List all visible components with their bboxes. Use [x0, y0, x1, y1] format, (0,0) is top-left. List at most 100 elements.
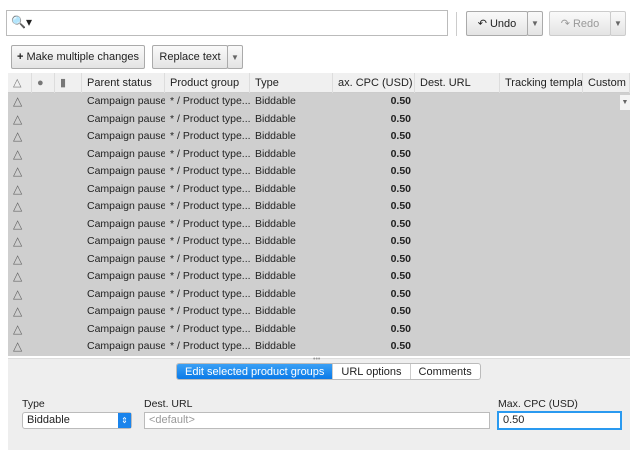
custom-parameters-header[interactable]: Custom p [583, 73, 630, 93]
replace-text-dropdown[interactable]: ▼ [227, 45, 243, 69]
product-group-cell: * / Product type... [170, 112, 250, 125]
max-cpc-cell: 0.50 [390, 147, 411, 160]
parent-status-cell: Campaign paused [87, 270, 165, 282]
parent-status-cell: Campaign paused [87, 252, 165, 265]
max-cpc-cell: 0.50 [390, 182, 411, 195]
tracking-template-header[interactable]: Tracking templat [500, 73, 583, 93]
parent-status-header[interactable]: Parent status [82, 73, 165, 93]
table-row[interactable]: △ Campaign paused * / Product type... Bidda… [8, 233, 630, 251]
max-cpc-cell: 0.50 [390, 235, 411, 247]
status-triangle-icon: △ [13, 216, 23, 231]
parent-status-cell: Campaign paused [87, 95, 165, 107]
max-cpc-cell: 0.50 [390, 305, 411, 317]
max-cpc-cell: 0.50 [390, 112, 411, 125]
table-row[interactable]: △ Campaign paused * / Product type... Bidda… [8, 198, 630, 216]
dest-url-header[interactable]: Dest. URL [415, 73, 500, 93]
status-triangle-icon: △ [13, 304, 23, 318]
status-triangle-icon: △ [13, 111, 23, 126]
max-cpc-cell: 0.50 [390, 270, 411, 282]
type-header[interactable]: Type [250, 73, 333, 93]
type-cell: Biddable [255, 235, 296, 247]
product-group-cell: * / Product type... [170, 200, 250, 212]
undo-button[interactable]: ↶ Undo [466, 11, 528, 36]
max-cpc-cell: 0.50 [390, 322, 411, 335]
table-row[interactable]: △ Campaign paused * / Product type... Bidda… [8, 146, 630, 164]
product-group-header[interactable]: Product group [165, 73, 250, 93]
table-row[interactable]: △ Campaign paused * / Product type... Bidda… [8, 321, 630, 339]
undo-dropdown[interactable]: ▼ [527, 11, 543, 36]
table-row[interactable]: △ Campaign paused * / Product type... Bidda… [8, 163, 630, 181]
product-group-cell: * / Product type... [170, 252, 250, 265]
product-group-cell: * / Product type... [170, 340, 250, 352]
max-cpc-cell: 0.50 [390, 200, 411, 212]
type-cell: Biddable [255, 270, 296, 282]
product-group-cell: * / Product type... [170, 217, 250, 230]
status-triangle-icon: △ [13, 269, 23, 283]
table-row[interactable]: △ Campaign paused * / Product type... Bidda… [8, 286, 630, 304]
table-row[interactable]: △ Campaign paused * / Product type... Bidda… [8, 93, 630, 111]
parent-status-cell: Campaign paused [87, 147, 165, 160]
table-row[interactable]: △ Campaign paused * / Product type... Bidda… [8, 128, 630, 146]
product-group-cell: * / Product type... [170, 270, 250, 282]
type-cell: Biddable [255, 130, 296, 142]
table-row[interactable]: △ Campaign paused * / Product type... Bidda… [8, 111, 630, 129]
redo-dropdown[interactable]: ▼ [610, 11, 626, 36]
status-triangle-icon: △ [13, 286, 23, 301]
type-cell: Biddable [255, 340, 296, 352]
product-group-cell: * / Product type... [170, 305, 250, 317]
tab-edit-selected[interactable]: Edit selected product groups [177, 364, 334, 379]
table-row[interactable]: △ Campaign paused * / Product type... Bidda… [8, 268, 630, 286]
table-row[interactable]: △ Campaign paused * / Product type... Bidda… [8, 216, 630, 234]
product-group-cell: * / Product type... [170, 95, 250, 107]
table-row[interactable]: △ Campaign paused * / Product type... Bidda… [8, 251, 630, 269]
status-triangle-icon: △ [13, 339, 23, 353]
status-triangle-icon: △ [13, 129, 23, 143]
product-group-cell: * / Product type... [170, 182, 250, 195]
status-triangle-icon: △ [13, 251, 23, 266]
product-group-cell: * / Product type... [170, 165, 250, 177]
status-triangle-icon: △ [13, 94, 23, 108]
max-cpc-cell: 0.50 [390, 217, 411, 230]
type-cell: Biddable [255, 147, 296, 160]
alert-header[interactable]: ● [32, 73, 55, 93]
editor-tabs: Edit selected product groups URL options… [176, 363, 481, 380]
table-row[interactable]: △ Campaign paused * / Product type... Bidda… [8, 181, 630, 199]
status-triangle-icon: △ [13, 146, 23, 161]
type-cell: Biddable [255, 305, 296, 317]
type-select[interactable]: Biddable ⇕ [22, 412, 132, 429]
status-header[interactable]: △ [8, 73, 32, 93]
search-icon: 🔍▾ [11, 15, 32, 29]
search-input[interactable]: 🔍▾ [6, 10, 448, 36]
undo-icon: ↶ [477, 18, 490, 30]
divider [456, 12, 457, 36]
table-row[interactable]: △ Campaign paused * / Product type... Bidda… [8, 338, 630, 356]
replace-text-button[interactable]: Replace text [152, 45, 228, 69]
max-cpc-cell: 0.50 [390, 165, 411, 177]
scroll-dropdown[interactable]: ▼ [620, 95, 630, 110]
product-group-cell: * / Product type... [170, 322, 250, 335]
product-group-cell: * / Product type... [170, 287, 250, 300]
resize-handle[interactable]: ••• [313, 356, 320, 363]
parent-status-cell: Campaign paused [87, 340, 165, 352]
comment-header[interactable]: ▮ [55, 73, 82, 93]
table-header: △ ● ▮ Parent status Product group Type ax. CPC… [8, 73, 630, 93]
parent-status-cell: Campaign paused [87, 200, 165, 212]
make-multiple-changes-button[interactable]: + Make multiple changes [11, 45, 145, 69]
parent-status-cell: Campaign paused [87, 287, 165, 300]
max-cpc-header[interactable]: ax. CPC (USD) [333, 73, 415, 93]
tab-comments[interactable]: Comments [411, 364, 480, 379]
max-cpc-input[interactable]: 0.50 [497, 411, 622, 430]
dest-url-input[interactable]: <default> [144, 412, 490, 429]
max-cpc-cell: 0.50 [390, 287, 411, 300]
redo-button[interactable]: ↷ Redo [549, 11, 611, 36]
parent-status-cell: Campaign paused [87, 112, 165, 125]
parent-status-cell: Campaign paused [87, 182, 165, 195]
max-cpc-cell: 0.50 [390, 95, 411, 107]
type-cell: Biddable [255, 165, 296, 177]
tab-url-options[interactable]: URL options [333, 364, 411, 379]
product-group-cell: * / Product type... [170, 130, 250, 142]
max-cpc-cell: 0.50 [390, 130, 411, 142]
product-groups-table: △ ● ▮ Parent status Product group Type ax. CPC… [8, 73, 630, 356]
table-row[interactable]: △ Campaign paused * / Product type... Bidda… [8, 303, 630, 321]
parent-status-cell: Campaign paused [87, 322, 165, 335]
